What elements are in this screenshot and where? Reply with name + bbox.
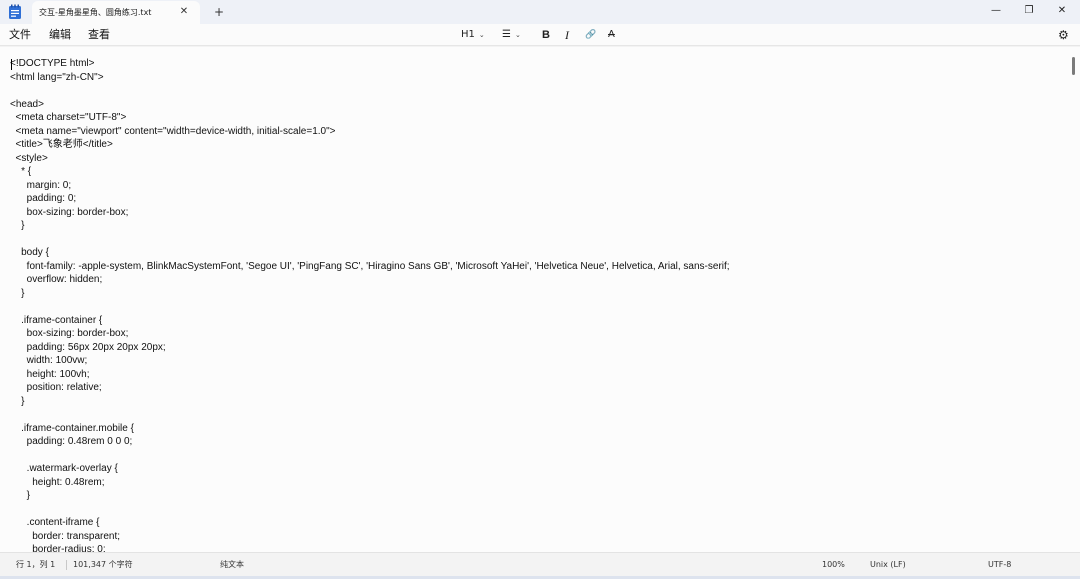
text-line <box>10 300 1060 314</box>
menu-view[interactable]: 查看 <box>88 28 110 42</box>
document-text: <!DOCTYPE html> <html lang="zh-CN"> <head>… <box>10 57 1060 552</box>
text-line: border: transparent; <box>10 530 121 542</box>
menu-bar: 文件 编辑 查看 H1 ⌄ ☰ ⌄ B I 🔗 A ⚙ <box>0 24 1080 46</box>
link-icon[interactable]: 🔗 <box>585 27 596 43</box>
italic-button[interactable]: I <box>565 27 569 43</box>
text-line: overflow: hidden; <box>10 274 103 285</box>
text-line: height: 0.48rem; <box>10 476 105 488</box>
minimize-icon[interactable]: — <box>986 2 1006 20</box>
text-line: .content-iframe { <box>10 517 100 528</box>
text-line: width: 100vw; <box>10 355 88 366</box>
text-line: <title>飞象老师</title> <box>10 139 113 150</box>
line-ending[interactable]: Unix (LF) <box>870 559 906 571</box>
text-line: .watermark-overlay { <box>10 463 118 474</box>
text-caret <box>11 59 12 70</box>
text-line: } <box>10 287 25 299</box>
text-line: height: 100vh; <box>10 368 90 380</box>
vertical-scrollbar-thumb[interactable] <box>1072 57 1075 75</box>
text-line: <head> <box>10 98 44 110</box>
text-line: body { <box>10 247 49 258</box>
text-line: <meta charset="UTF-8"> <box>10 112 127 123</box>
encoding[interactable]: UTF-8 <box>988 559 1011 571</box>
text-line: margin: 0; <box>10 179 72 191</box>
title-bar: 交互-星角墨星角、圆角练习.txt ✕ + — ❐ ✕ <box>0 0 1080 24</box>
status-bar: 行 1，列 1 101,347 个字符 纯文本 100% Unix (LF) U… <box>0 552 1080 576</box>
document-tab[interactable]: 交互-星角墨星角、圆角练习.txt ✕ <box>32 1 200 24</box>
new-tab-icon[interactable]: + <box>212 4 226 20</box>
text-line: .iframe-container.mobile { <box>10 422 134 434</box>
character-count: 101,347 个字符 <box>73 560 133 569</box>
text-line: font-family: -apple-system, BlinkMacSyst… <box>10 260 730 272</box>
maximize-icon[interactable]: ❐ <box>1019 2 1039 20</box>
text-line <box>10 503 1060 517</box>
menu-edit[interactable]: 编辑 <box>49 28 71 42</box>
heading-label: H1 <box>461 29 475 40</box>
text-line: padding: 0.48rem 0 0 0; <box>10 436 133 447</box>
text-line <box>10 233 1060 247</box>
list-dropdown[interactable]: ☰ ⌄ <box>502 27 521 43</box>
chevron-down-icon: ⌄ <box>514 31 521 39</box>
text-line: position: relative; <box>10 382 102 393</box>
text-line: padding: 56px 20px 20px 20px; <box>10 341 166 353</box>
zoom-level[interactable]: 100% <box>822 559 845 571</box>
text-line <box>10 84 1060 98</box>
text-line: <html lang="zh-CN"> <box>10 71 104 83</box>
text-line: <!DOCTYPE html> <box>10 58 95 69</box>
chevron-down-icon: ⌄ <box>478 31 485 39</box>
text-line: <style> <box>10 152 48 164</box>
close-window-icon[interactable]: ✕ <box>1052 2 1072 20</box>
tab-close-icon[interactable]: ✕ <box>178 6 190 18</box>
settings-gear-icon[interactable]: ⚙ <box>1058 27 1069 43</box>
text-line: } <box>10 490 31 501</box>
text-editor[interactable]: <!DOCTYPE html> <html lang="zh-CN"> <head>… <box>0 47 1080 552</box>
text-line: .iframe-container { <box>10 314 103 326</box>
cursor-position: 行 1，列 1 <box>16 560 56 569</box>
status-divider <box>66 560 67 570</box>
heading-dropdown[interactable]: H1 ⌄ <box>461 27 485 43</box>
text-format[interactable]: 纯文本 <box>220 559 244 571</box>
bold-button[interactable]: B <box>542 27 550 43</box>
text-line: box-sizing: border-box; <box>10 328 129 339</box>
menu-file[interactable]: 文件 <box>9 28 31 42</box>
text-line <box>10 408 1060 422</box>
text-line: padding: 0; <box>10 193 77 204</box>
text-line: box-sizing: border-box; <box>10 206 129 218</box>
text-line: * { <box>10 166 32 177</box>
text-line: } <box>10 220 25 231</box>
text-line: } <box>10 395 25 407</box>
tab-title: 交互-星角墨星角、圆角练习.txt <box>39 8 152 17</box>
text-line: border-radius: 0; <box>10 544 106 552</box>
text-line: <meta name="viewport" content="width=dev… <box>10 125 336 137</box>
notepad-app-icon <box>9 4 21 19</box>
spellcheck-icon[interactable]: A <box>608 27 615 43</box>
list-icon: ☰ <box>502 29 511 40</box>
text-line <box>10 449 1060 463</box>
